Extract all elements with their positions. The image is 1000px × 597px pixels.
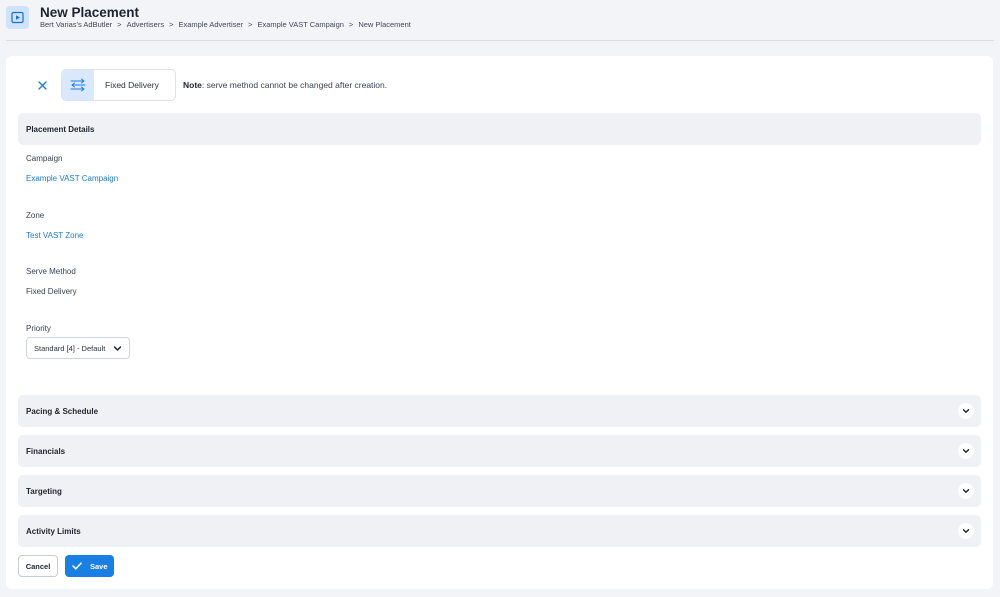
serve-method-label: Fixed Delivery — [105, 80, 159, 90]
breadcrumb-item-campaign[interactable]: Example VAST Campaign — [257, 20, 343, 29]
section-placement-details: Placement Details — [18, 113, 981, 145]
checkmark-icon — [72, 562, 82, 570]
breadcrumb: Bert Varias's AdButler > Advertisers > Examp… — [40, 20, 411, 29]
section-title: Targeting — [26, 487, 62, 496]
serve-method-field-label: Serve Method — [26, 267, 76, 276]
zone-label: Zone — [26, 211, 45, 220]
breadcrumb-item-account[interactable]: Bert Varias's AdButler — [40, 20, 112, 29]
campaign-label: Campaign — [26, 154, 63, 163]
breadcrumb-separator: > — [348, 20, 354, 29]
chevron-down-icon[interactable] — [958, 443, 974, 459]
header-divider — [6, 40, 994, 41]
section-title: Pacing & Schedule — [26, 407, 99, 416]
section-targeting[interactable]: Targeting — [18, 475, 981, 507]
cancel-button[interactable]: Cancel — [18, 555, 58, 577]
note-text: : serve method cannot be changed after c… — [201, 80, 388, 90]
priority-select[interactable]: Standard [4] - Default — [26, 337, 130, 359]
campaign-link[interactable]: Example VAST Campaign — [26, 174, 118, 183]
save-button[interactable]: Save — [65, 555, 114, 577]
chevron-down-icon[interactable] — [958, 403, 974, 419]
breadcrumb-separator: > — [117, 20, 122, 29]
section-title: Placement Details — [26, 125, 95, 134]
breadcrumb-separator: > — [169, 20, 174, 29]
close-icon[interactable] — [35, 78, 49, 92]
serve-method-field-value: Fixed Delivery — [26, 287, 77, 296]
breadcrumb-item-current: New Placement — [358, 20, 411, 29]
breadcrumb-item-advertiser[interactable]: Example Advertiser — [178, 20, 243, 29]
page-header: New Placement Bert Varias's AdButler > Adv… — [0, 0, 1000, 42]
zone-link[interactable]: Test VAST Zone — [26, 231, 84, 240]
video-play-icon — [6, 6, 29, 29]
fixed-delivery-arrows-icon — [62, 70, 94, 100]
section-title: Financials — [26, 447, 66, 456]
page-title: New Placement — [40, 5, 140, 20]
note-prefix: Note — [183, 80, 202, 90]
serve-method-note: Note: serve method cannot be changed aft… — [183, 80, 387, 90]
section-pacing-schedule[interactable]: Pacing & Schedule — [18, 395, 981, 427]
chevron-down-icon[interactable] — [958, 523, 974, 539]
save-button-label: Save — [90, 561, 108, 571]
serve-method-selector: Fixed Delivery — [61, 69, 176, 101]
section-title: Activity Limits — [26, 527, 81, 536]
chevron-down-icon[interactable] — [958, 483, 974, 499]
breadcrumb-separator: > — [248, 20, 253, 29]
priority-label: Priority — [26, 324, 51, 333]
section-activity-limits[interactable]: Activity Limits — [18, 515, 981, 547]
placement-form-card: Fixed Delivery Note: serve method cannot… — [6, 56, 993, 589]
breadcrumb-item-advertisers[interactable]: Advertisers — [127, 20, 165, 29]
priority-selected-value: Standard [4] - Default — [34, 343, 106, 353]
chevron-down-icon — [113, 346, 122, 351]
section-financials[interactable]: Financials — [18, 435, 981, 467]
